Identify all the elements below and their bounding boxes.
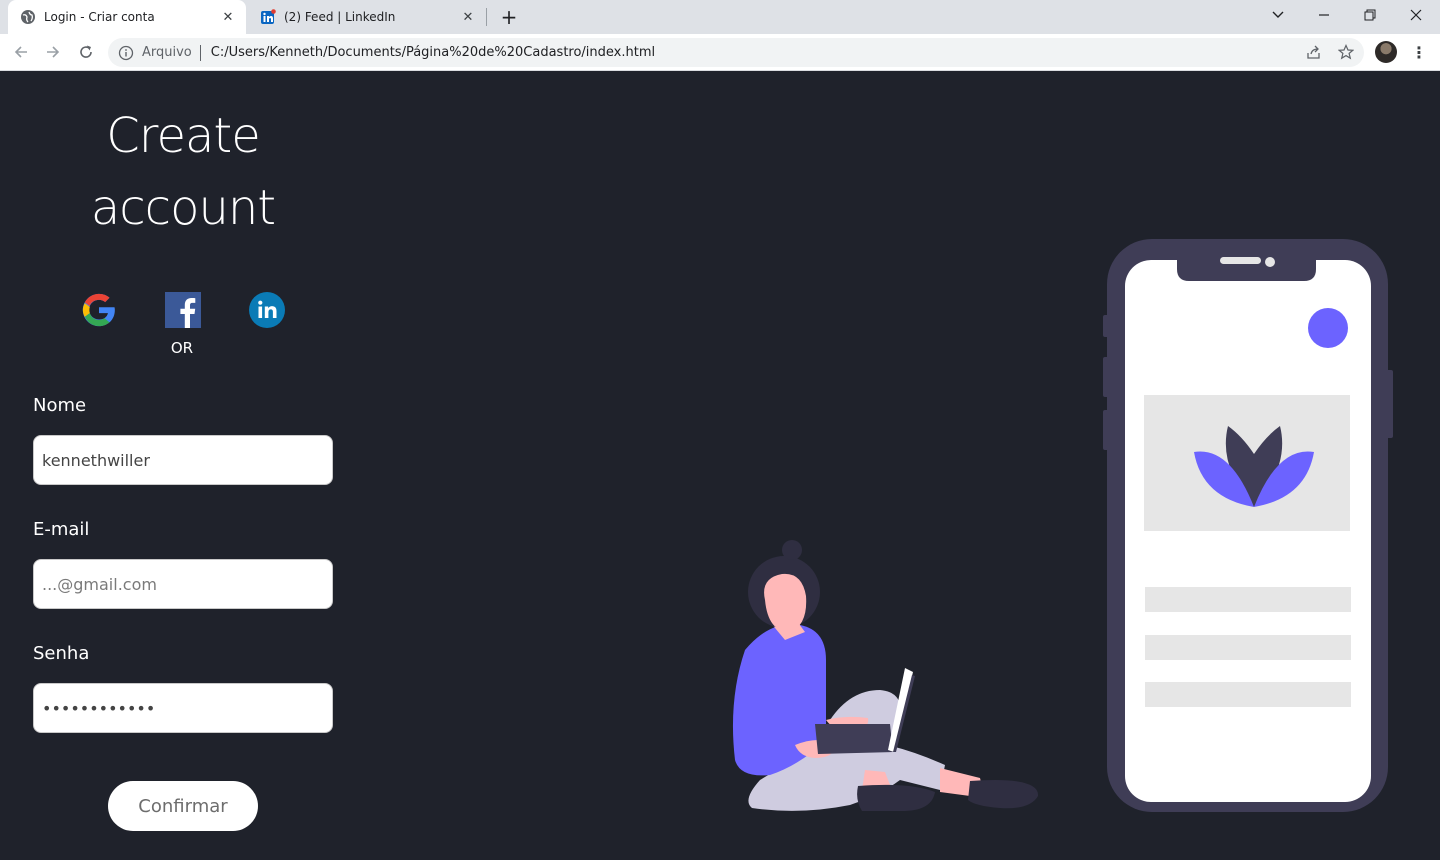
linkedin-icon	[261, 9, 276, 24]
address-bar[interactable]: Arquivo C:/Users/Kenneth/Documents/Págin…	[108, 38, 1364, 67]
name-field[interactable]	[33, 435, 333, 485]
page-title: Create account	[40, 100, 326, 244]
reload-icon[interactable]	[74, 40, 98, 64]
menu-kebab-icon[interactable]: ⋮	[1409, 42, 1429, 62]
new-tab-icon[interactable]: +	[498, 5, 520, 29]
tab-strip: Login - Criar conta ✕ (2) Feed | LinkedI…	[0, 0, 1440, 34]
tab-linkedin[interactable]: (2) Feed | LinkedIn ✕	[250, 0, 486, 34]
tab-search-icon[interactable]	[1255, 0, 1301, 30]
close-tab-icon[interactable]: ✕	[460, 9, 476, 25]
browser-toolbar: Arquivo C:/Users/Kenneth/Documents/Págin…	[0, 34, 1440, 71]
or-separator: OR	[170, 339, 194, 357]
tab-login[interactable]: Login - Criar conta ✕	[8, 0, 246, 34]
signup-illustration	[732, 239, 1393, 812]
email-field[interactable]	[33, 559, 333, 609]
close-tab-icon[interactable]: ✕	[220, 9, 236, 25]
restore-icon[interactable]	[1347, 0, 1393, 30]
back-icon[interactable]	[9, 40, 33, 64]
email-label: E-mail	[33, 519, 90, 540]
tab-title: (2) Feed | LinkedIn	[284, 10, 396, 24]
tab-title: Login - Criar conta	[44, 10, 155, 24]
name-label: Nome	[33, 395, 87, 416]
title-line-2: account	[90, 180, 276, 236]
bookmark-star-icon[interactable]	[1336, 42, 1356, 62]
scheme-label: Arquivo	[142, 45, 192, 60]
omnibox-divider	[199, 44, 201, 61]
forward-icon[interactable]	[41, 40, 65, 64]
minimize-icon[interactable]	[1301, 0, 1347, 30]
close-window-icon[interactable]	[1393, 0, 1439, 30]
facebook-icon[interactable]	[163, 290, 203, 330]
globe-icon	[21, 10, 35, 24]
person-illustration	[732, 540, 1039, 811]
tab-divider	[486, 8, 487, 26]
title-line-1: Create	[106, 108, 261, 164]
phone-illustration	[1103, 239, 1393, 812]
password-label: Senha	[33, 643, 90, 664]
google-icon[interactable]	[79, 290, 119, 330]
profile-avatar[interactable]	[1375, 41, 1397, 63]
url-text[interactable]: C:/Users/Kenneth/Documents/Página%20de%2…	[211, 45, 655, 60]
info-icon[interactable]	[118, 45, 134, 61]
linkedin-icon[interactable]	[247, 290, 287, 330]
share-icon[interactable]	[1304, 42, 1324, 62]
confirm-button[interactable]: Confirmar	[108, 781, 258, 831]
password-field[interactable]	[33, 683, 333, 733]
